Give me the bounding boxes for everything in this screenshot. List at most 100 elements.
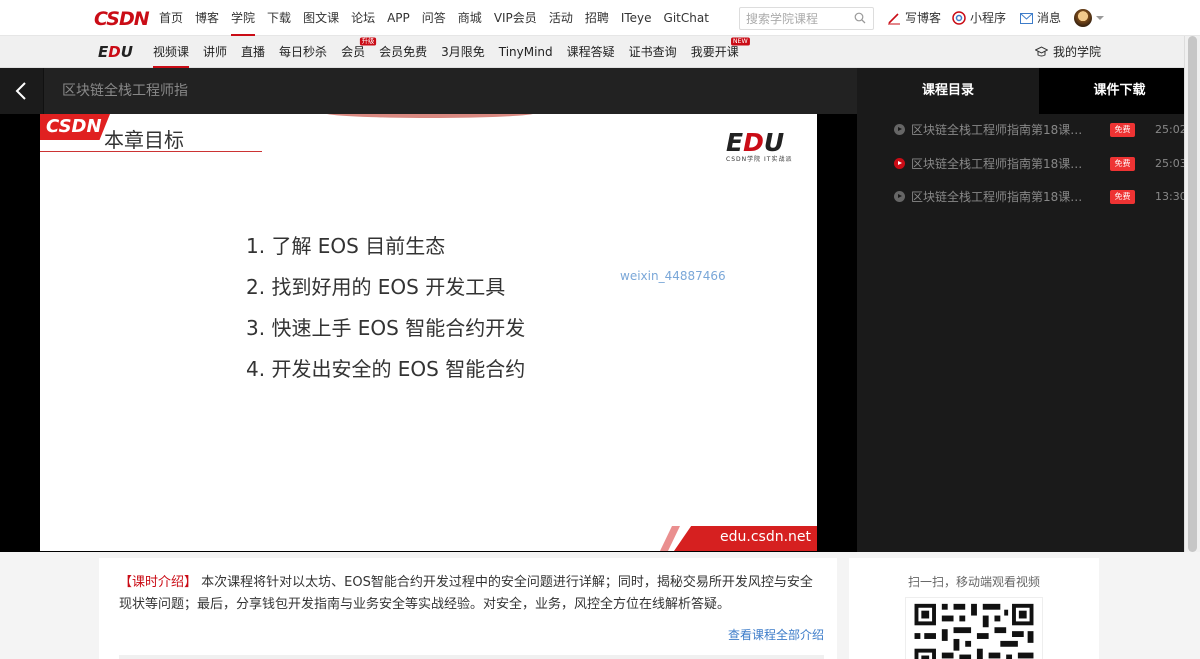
player-title-bar: 区块链全栈工程师指 [0, 68, 857, 114]
tab-course-catalog[interactable]: 课程目录 [857, 68, 1039, 114]
messages-label: 消息 [1037, 11, 1062, 25]
user-watermark: weixin_44887466 [620, 269, 726, 283]
slide-goal-list: 1. 了解 EOS 目前生态 2. 找到好用的 EOS 开发工具 3. 快速上手… [246, 226, 525, 390]
subnav-march-free[interactable]: 3月限免 [441, 36, 485, 68]
nav-shop[interactable]: 商城 [458, 0, 482, 36]
write-blog-link[interactable]: 写博客 [887, 0, 941, 36]
academy-nav: 视频课 讲师 直播 每日秒杀 会员 升级 会员免费 3月限免 TinyMind 课… [153, 36, 753, 68]
top-nav: 首页 博客 学院 下载 图文课 论坛 APP 问答 商城 VIP会员 活动 招聘… [159, 0, 721, 36]
nav-app[interactable]: APP [387, 0, 410, 36]
subnav-teach[interactable]: 我要开课 NEW [690, 36, 750, 68]
qr-code [905, 597, 1043, 659]
my-school-label: 我的学院 [1053, 45, 1102, 59]
slide-heading-rule [40, 151, 262, 152]
edu-logo-u: U [120, 43, 133, 61]
play-icon [894, 124, 905, 135]
nav-qa[interactable]: 问答 [422, 0, 446, 36]
subnav-lecturers[interactable]: 讲师 [203, 36, 227, 68]
slide-corner-logo: CSDN [46, 116, 102, 137]
chevron-down-icon[interactable] [1096, 16, 1104, 20]
messages-link[interactable]: 消息 [1020, 0, 1061, 36]
lesson-duration: 25:03 [1155, 157, 1187, 170]
slide-edu-d: D [743, 128, 764, 157]
edu-logo[interactable]: EDU [98, 43, 133, 61]
course-title: 区块链全栈工程师指 [62, 83, 188, 99]
nav-jobs[interactable]: 招聘 [585, 0, 609, 36]
lesson-duration: 13:30 [1155, 190, 1187, 203]
lesson-title: 区块链全栈工程师指南第18课—... [911, 190, 1091, 204]
nav-academy[interactable]: 学院 [231, 0, 256, 36]
intro-divider [119, 655, 824, 659]
search-box [739, 7, 874, 30]
subnav-course-qa[interactable]: 课程答疑 [567, 36, 615, 68]
lesson-title: 区块链全栈工程师指南第18课—... [911, 123, 1091, 137]
subnav-member-free[interactable]: 会员免费 [379, 36, 427, 68]
edu-logo-e: E [98, 43, 109, 61]
slide-goal-item: 3. 快速上手 EOS 智能合约开发 [246, 316, 526, 340]
subnav-member[interactable]: 会员 升级 [341, 36, 377, 68]
upgrade-badge: 升级 [359, 37, 377, 46]
lesson-title: 区块链全栈工程师指南第18课—... [911, 157, 1091, 171]
lesson-item[interactable]: 区块链全栈工程师指南第18课—... 免费 13:30 [857, 180, 1200, 213]
lesson-item[interactable]: 区块链全栈工程师指南第18课—... 免费 25:02 [857, 113, 1200, 146]
nav-download[interactable]: 下载 [267, 0, 291, 36]
graduation-cap-icon [1035, 46, 1048, 57]
slide-edu-e: E [726, 128, 744, 157]
mini-program-link[interactable]: 小程序 [952, 0, 1006, 36]
slide-heading: 本章目标 [104, 128, 184, 152]
slide-edu-subtitle: CSDN学院 IT实战派 [726, 156, 793, 163]
avatar[interactable] [1074, 9, 1092, 27]
playing-icon [894, 158, 905, 169]
tab-courseware-download[interactable]: 课件下载 [1039, 68, 1200, 114]
lesson-intro-body: 本次课程将针对以太坊、EOS智能合约开发过程中的安全问题进行详解；同时，揭秘交易… [119, 575, 813, 612]
chevron-left-icon [15, 82, 26, 100]
qr-panel: 扫一扫，移动端观看视频 [849, 558, 1099, 659]
lesson-item-current[interactable]: 区块链全栈工程师指南第18课—... 免费 25:03 [857, 147, 1200, 180]
nav-home[interactable]: 首页 [159, 0, 183, 36]
new-badge: NEW [731, 37, 750, 46]
scrollbar-thumb[interactable] [1188, 36, 1197, 552]
video-player: 区块链全栈工程师指 CSDN 本章目标 EDU CSDN学院 IT实战派 1. … [0, 68, 1200, 552]
subnav-video-course[interactable]: 视频课 [153, 36, 190, 68]
search-input[interactable] [740, 8, 848, 29]
lesson-intro-panel: 【课时介绍】 本次课程将针对以太坊、EOS智能合约开发过程中的安全问题进行详解；… [99, 558, 837, 659]
csdn-logo[interactable]: CSDN [94, 8, 150, 30]
pen-icon [888, 13, 900, 25]
nav-forum[interactable]: 论坛 [351, 0, 375, 36]
back-button[interactable] [0, 68, 44, 114]
nav-iteye[interactable]: ITeye [621, 0, 652, 36]
slide-top-decoration [325, 114, 535, 118]
academy-subnav-bar: EDU 视频课 讲师 直播 每日秒杀 会员 升级 会员免费 3月限免 TinyMi… [0, 36, 1200, 68]
subnav-live[interactable]: 直播 [241, 36, 265, 68]
mini-program-label: 小程序 [970, 11, 1007, 25]
subnav-daily-deal[interactable]: 每日秒杀 [279, 36, 327, 68]
nav-blog[interactable]: 博客 [195, 0, 219, 36]
slide-goal-item: 2. 找到好用的 EOS 开发工具 [246, 275, 506, 299]
mail-icon [1020, 12, 1033, 24]
nav-gitbook[interactable]: 图文课 [303, 0, 339, 36]
view-full-intro-link[interactable]: 查看课程全部介绍 [728, 626, 824, 643]
subnav-member-label: 会员 [341, 45, 366, 59]
free-badge: 免费 [1110, 156, 1135, 171]
search-icon[interactable] [854, 12, 866, 24]
subnav-teach-label: 我要开课 [690, 45, 739, 59]
course-sidebar: 课程目录 课件下载 区块链全栈工程师指南第18课—... 免费 25:02 区块… [857, 68, 1200, 552]
sidebar-tabs: 课程目录 课件下载 [857, 68, 1200, 114]
video-frame[interactable]: CSDN 本章目标 EDU CSDN学院 IT实战派 1. 了解 EOS 目前生… [40, 114, 817, 551]
nav-vip[interactable]: VIP会员 [494, 0, 537, 36]
qr-title: 扫一扫，移动端观看视频 [907, 575, 1040, 589]
slide-goal-item: 1. 了解 EOS 目前生态 [246, 234, 446, 258]
free-badge: 免费 [1110, 189, 1135, 204]
write-blog-label: 写博客 [905, 11, 942, 25]
nav-gitchat[interactable]: GitChat [664, 0, 709, 36]
nav-events[interactable]: 活动 [549, 0, 573, 36]
slide-edu-logo: EDU [726, 128, 784, 157]
page-scrollbar[interactable] [1184, 36, 1200, 552]
free-badge: 免费 [1110, 122, 1135, 137]
lesson-duration: 25:02 [1155, 123, 1187, 136]
subnav-certificate[interactable]: 证书查询 [629, 36, 677, 68]
top-bar: CSDN 首页 博客 学院 下载 图文课 论坛 APP 问答 商城 VIP会员 … [0, 0, 1200, 36]
slide-footer-url: edu.csdn.net [720, 529, 811, 545]
subnav-tinymind[interactable]: TinyMind [499, 36, 553, 68]
my-school-link[interactable]: 我的学院 [1035, 36, 1101, 68]
